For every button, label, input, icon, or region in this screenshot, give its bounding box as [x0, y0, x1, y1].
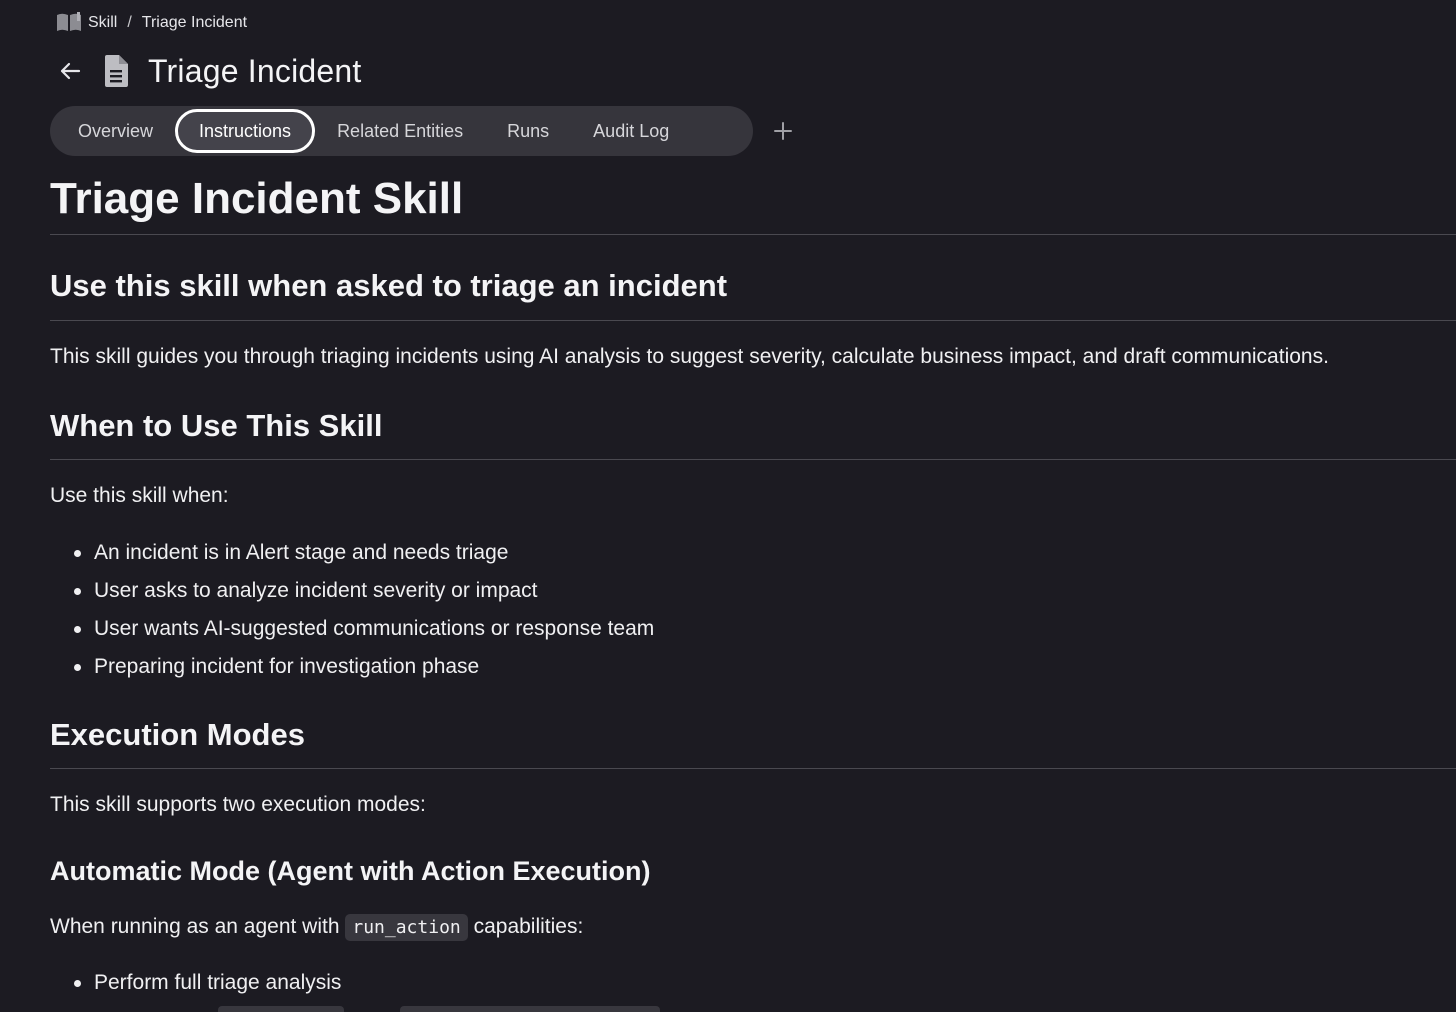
paragraph-text: When running as an agent with [50, 915, 340, 938]
arrow-left-icon[interactable] [56, 57, 84, 85]
bullet-list: An incident is in Alert stage and needs … [50, 534, 654, 686]
list-item-text: User wants AI-suggested communications o… [94, 617, 655, 640]
bullet-icon [74, 980, 81, 987]
breadcrumb-item-current: Triage Incident [141, 14, 248, 31]
list-item: Preparing incident for investigation pha… [50, 648, 654, 686]
list-item-text: An incident is in Alert stage and needs … [94, 541, 509, 564]
list-item: User wants AI-suggested communications o… [50, 610, 654, 648]
section-paragraph: This skill guides you through triaging i… [50, 345, 1329, 368]
tab-related-entities[interactable]: Related Entities [315, 111, 485, 151]
tab-bar: Overview Instructions Related Entities R… [50, 106, 753, 156]
divider [50, 768, 1456, 769]
paragraph-text: capabilities: [473, 915, 584, 938]
divider [50, 234, 1456, 235]
subsection-heading: Automatic Mode (Agent with Action Execut… [50, 856, 651, 886]
document-title: Triage Incident Skill [50, 174, 464, 223]
book-icon [56, 12, 82, 34]
list-item-text: User asks to analyze incident severity o… [94, 579, 538, 602]
list-item-text: Preparing incident for investigation pha… [94, 655, 480, 678]
inline-code [400, 1006, 660, 1012]
bullet-icon [74, 664, 81, 671]
inline-code: run_action [345, 914, 468, 941]
tab-overview[interactable]: Overview [56, 111, 175, 151]
list-item: An incident is in Alert stage and needs … [50, 534, 654, 572]
breadcrumb-item-skill[interactable]: Skill [88, 14, 117, 32]
document-icon [102, 54, 130, 88]
plus-icon[interactable] [770, 118, 796, 144]
breadcrumb-separator: / [127, 14, 132, 31]
bullet-icon [74, 626, 81, 633]
inline-code [218, 1006, 344, 1012]
section-heading: Use this skill when asked to triage an i… [50, 268, 728, 303]
page-title: Triage Incident [148, 52, 362, 89]
divider [50, 459, 1456, 460]
list-item: Perform full triage analysis [50, 964, 341, 1002]
list-item: User asks to analyze incident severity o… [50, 572, 654, 610]
tab-audit-log[interactable]: Audit Log [571, 111, 691, 151]
section-paragraph: When running as an agent with run_action… [50, 914, 584, 941]
tab-instructions[interactable]: Instructions [175, 109, 316, 153]
title-row: Triage Incident [56, 48, 361, 94]
tab-runs[interactable]: Runs [485, 111, 571, 151]
page: Skill / Triage Incident Triage Incident … [0, 0, 1456, 1012]
section-heading: When to Use This Skill [50, 408, 383, 443]
section-paragraph: Use this skill when: [50, 484, 229, 507]
section-paragraph: This skill supports two execution modes: [50, 793, 426, 816]
bullet-icon [74, 588, 81, 595]
list-item-text: Perform full triage analysis [94, 971, 342, 994]
bullet-icon [74, 550, 81, 557]
section-heading: Execution Modes [50, 717, 305, 752]
bullet-list: Perform full triage analysis [50, 964, 341, 1002]
divider [50, 320, 1456, 321]
breadcrumb: Skill / Triage Incident [56, 10, 247, 36]
